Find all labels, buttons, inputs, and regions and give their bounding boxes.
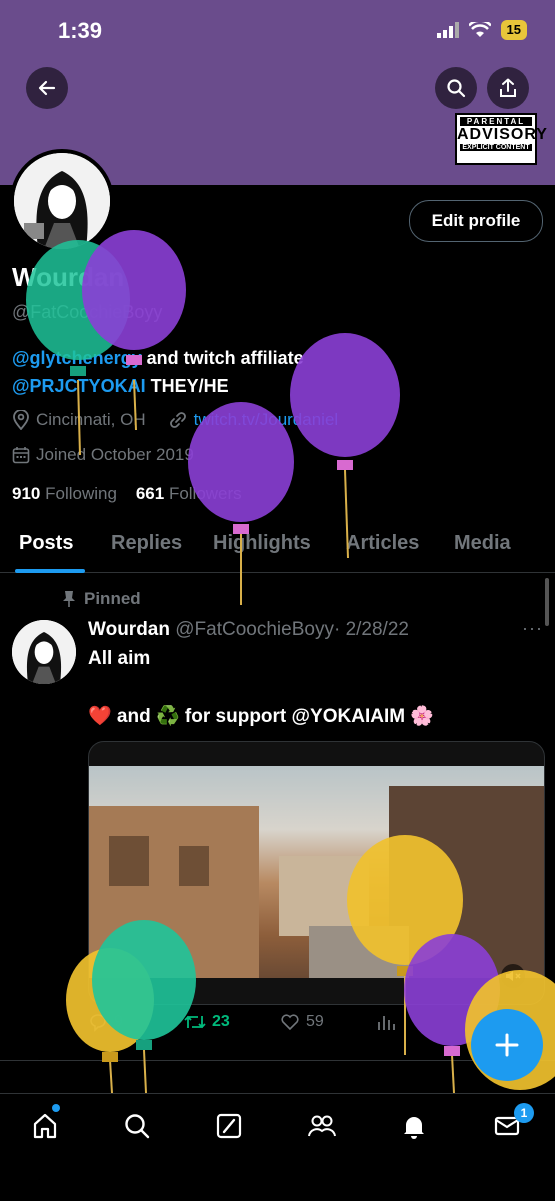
post-handle: @FatCoochieBoyy xyxy=(175,619,334,640)
reply-icon xyxy=(90,1014,106,1032)
calendar-icon xyxy=(12,447,30,464)
post-date: · 2/28/22 xyxy=(333,619,409,640)
more-options-icon[interactable]: ··· xyxy=(522,618,543,639)
bio-text: and twitch affiliate xyxy=(141,348,304,368)
retweet-icon xyxy=(184,1015,206,1029)
bell-icon xyxy=(404,1117,424,1139)
profile-tabs: Posts Replies Highlights Articles Media xyxy=(0,528,555,573)
arrow-left-icon xyxy=(38,80,56,96)
scrollbar[interactable] xyxy=(545,578,549,626)
link-icon xyxy=(169,412,186,428)
speaker-muted-icon xyxy=(501,964,525,988)
profile-location: Cincinnati, OH xyxy=(36,410,146,429)
avatar-image xyxy=(14,153,110,249)
followers-count: 661 xyxy=(135,484,165,503)
nav-home[interactable] xyxy=(29,1110,61,1142)
messages-badge: 1 xyxy=(514,1103,534,1123)
parental-advisory-logo: PARENTAL ADVISORY EXPLICIT CONTENT xyxy=(455,113,548,165)
back-button[interactable] xyxy=(26,67,68,109)
bio-link-prjctyokai[interactable]: @PRJCTYOKAI xyxy=(12,376,146,396)
nav-communities[interactable] xyxy=(306,1110,338,1142)
post-author[interactable]: Wourdan xyxy=(88,619,170,640)
post-avatar[interactable] xyxy=(12,620,76,684)
reply-count: 9 xyxy=(114,1013,123,1030)
share-icon xyxy=(500,78,516,97)
followers-label: Followers xyxy=(168,484,242,503)
post-actions: 9 23 59 xyxy=(88,1012,528,1042)
views-button[interactable] xyxy=(376,1012,396,1032)
followers-link[interactable]: 661 Followers xyxy=(136,484,242,503)
grok-icon xyxy=(216,1113,242,1139)
profile-joined-row: Joined October 2019 xyxy=(12,445,194,465)
profile-bio: @glytchenergy and twitch affiliate @PRJC… xyxy=(12,344,304,400)
share-button[interactable] xyxy=(487,67,529,109)
tab-articles[interactable]: Articles xyxy=(346,532,419,555)
battery-indicator: 15 xyxy=(500,20,527,40)
tab-media[interactable]: Media xyxy=(454,532,511,555)
balloon-purple-2 xyxy=(290,333,400,559)
signal-icon xyxy=(436,22,459,38)
compose-post-button[interactable] xyxy=(471,1009,543,1081)
bio-link-glytchenergy[interactable]: @glytchenergy xyxy=(12,348,142,368)
profile-meta-row: Cincinnati, OH twitch.tv/Jourdaniel xyxy=(12,410,338,430)
retweet-button[interactable]: 23 xyxy=(184,1012,230,1032)
like-count: 59 xyxy=(306,1013,324,1030)
tab-replies[interactable]: Replies xyxy=(111,532,182,555)
profile-website-link[interactable]: twitch.tv/Jourdaniel xyxy=(194,410,339,430)
home-icon xyxy=(33,1113,57,1139)
profile-joined: Joined October 2019 xyxy=(36,445,194,464)
post-divider xyxy=(0,1060,555,1061)
follow-stats: 910 Following 661 Followers xyxy=(12,484,242,504)
balloon-purple-1 xyxy=(82,230,186,431)
profile-handle: @FatCoochieBoyy xyxy=(12,302,163,322)
mute-button[interactable] xyxy=(501,964,525,993)
profile-name: Wourdan xyxy=(12,262,125,292)
following-link[interactable]: 910 Following xyxy=(12,484,117,503)
video-scene xyxy=(89,786,544,978)
pinned-label: Pinned xyxy=(62,589,141,609)
plus-icon xyxy=(495,1033,519,1057)
search-icon xyxy=(125,1114,150,1139)
advisory-bottom-text: EXPLICIT CONTENT xyxy=(460,144,532,151)
tab-highlights[interactable]: Highlights xyxy=(213,532,311,555)
post-header: Wourdan @FatCoochieBoyy· 2/28/22 xyxy=(88,619,409,641)
post-text: All aim xyxy=(88,648,151,669)
bio-text: THEY/HE xyxy=(145,376,229,396)
pin-icon xyxy=(63,591,75,607)
active-tab-indicator xyxy=(15,569,85,573)
search-icon xyxy=(447,79,466,98)
post-media[interactable] xyxy=(88,741,545,1005)
nav-grok[interactable] xyxy=(213,1110,245,1142)
tab-posts[interactable]: Posts xyxy=(19,532,73,555)
views-icon xyxy=(378,1016,395,1030)
advisory-top-text: PARENTAL xyxy=(460,117,532,126)
location-icon xyxy=(13,410,29,430)
bottom-navigation xyxy=(0,1093,555,1201)
edit-profile-button[interactable]: Edit profile xyxy=(409,200,543,242)
wifi-icon xyxy=(468,22,491,37)
following-count: 910 xyxy=(12,484,41,503)
heart-icon xyxy=(281,1014,299,1031)
like-button[interactable]: 59 xyxy=(280,1012,324,1032)
search-button[interactable] xyxy=(435,67,477,109)
post-text-line2: ❤️ and ♻️ for support @YOKAIAIM 🌸 xyxy=(88,706,434,727)
nav-search[interactable] xyxy=(121,1110,153,1142)
status-icons: 15 xyxy=(436,20,527,40)
following-label: Following xyxy=(45,484,117,503)
pinned-text: Pinned xyxy=(84,589,141,608)
profile-avatar[interactable] xyxy=(10,149,114,253)
home-notification-dot xyxy=(52,1104,60,1112)
communities-icon xyxy=(308,1115,336,1137)
avatar-image xyxy=(12,620,76,684)
status-time: 1:39 xyxy=(58,18,103,43)
retweet-count: 23 xyxy=(212,1013,230,1030)
advisory-mid-text: ADVISORY xyxy=(457,126,548,143)
status-bar: 1:39 15 xyxy=(0,0,555,62)
reply-button[interactable]: 9 xyxy=(88,1012,123,1032)
video-thumbnail[interactable] xyxy=(89,766,544,978)
nav-notifications[interactable] xyxy=(398,1110,430,1142)
